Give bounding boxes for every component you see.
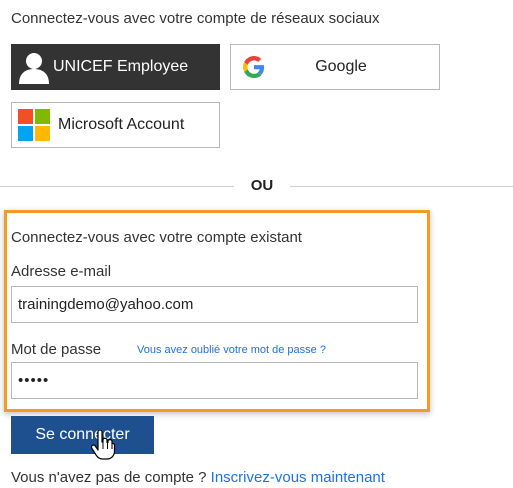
- user-avatar-icon: [11, 44, 57, 90]
- google-button[interactable]: Google: [230, 44, 440, 90]
- google-label: Google: [315, 58, 367, 75]
- local-login-title: Connectez-vous avec votre compte existan…: [11, 229, 302, 246]
- social-login-title: Connectez-vous avec votre compte de rése…: [11, 10, 380, 27]
- google-logo-icon: [243, 56, 265, 78]
- password-label: Mot de passe: [11, 341, 102, 358]
- email-label: Adresse e-mail: [11, 263, 112, 280]
- hand-pointer-cursor-icon: [90, 429, 116, 465]
- microsoft-account-label: Microsoft Account: [58, 116, 185, 133]
- sign-in-button[interactable]: Se connecter: [11, 416, 154, 454]
- forgot-password-link[interactable]: Vous avez oublié votre mot de passe ?: [137, 344, 326, 356]
- signup-link[interactable]: Inscrivez-vous maintenant: [211, 469, 385, 486]
- or-divider-text: OU: [250, 177, 274, 194]
- password-field[interactable]: [11, 362, 418, 399]
- divider-line-right: [290, 186, 513, 187]
- microsoft-account-button[interactable]: Microsoft Account: [11, 102, 220, 148]
- unicef-employee-button[interactable]: UNICEF Employee: [11, 44, 220, 90]
- email-field[interactable]: [11, 286, 418, 323]
- divider-line-left: [0, 186, 234, 187]
- unicef-employee-label: UNICEF Employee: [53, 58, 189, 75]
- signup-prompt: Vous n'avez pas de compte ? Inscrivez-vo…: [11, 469, 385, 486]
- microsoft-logo-icon: [18, 109, 50, 141]
- signup-prompt-text: Vous n'avez pas de compte ?: [11, 469, 211, 486]
